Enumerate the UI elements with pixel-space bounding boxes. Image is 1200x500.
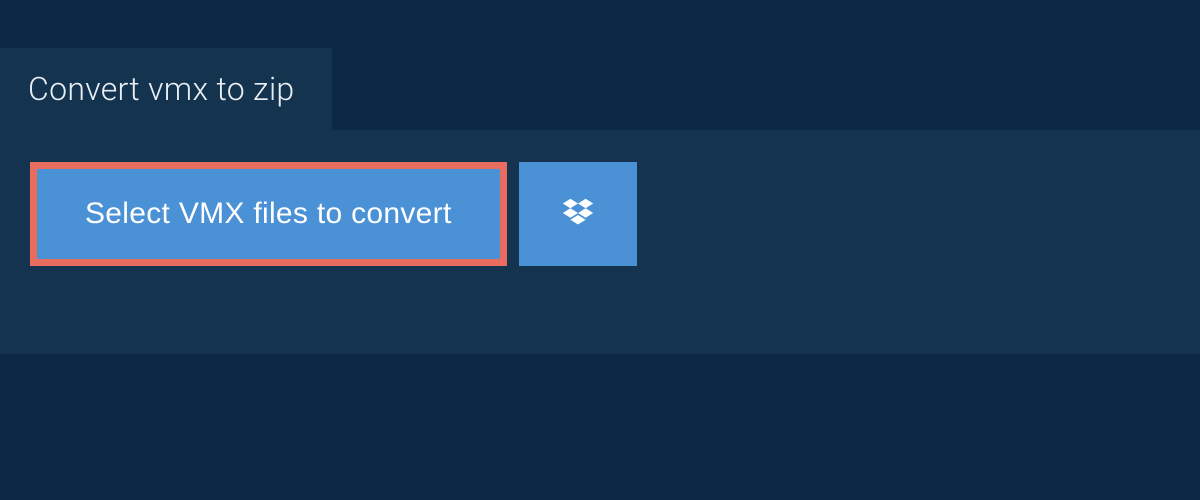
dropbox-icon — [559, 195, 597, 233]
select-files-label: Select VMX files to convert — [85, 197, 452, 231]
tab-header: Convert vmx to zip — [0, 48, 332, 130]
select-files-button[interactable]: Select VMX files to convert — [37, 169, 500, 259]
page-title: Convert vmx to zip — [28, 70, 294, 108]
main-panel: Select VMX files to convert — [0, 130, 1200, 354]
button-row: Select VMX files to convert — [30, 162, 1170, 266]
select-button-highlight: Select VMX files to convert — [30, 162, 507, 266]
dropbox-button[interactable] — [519, 162, 637, 266]
